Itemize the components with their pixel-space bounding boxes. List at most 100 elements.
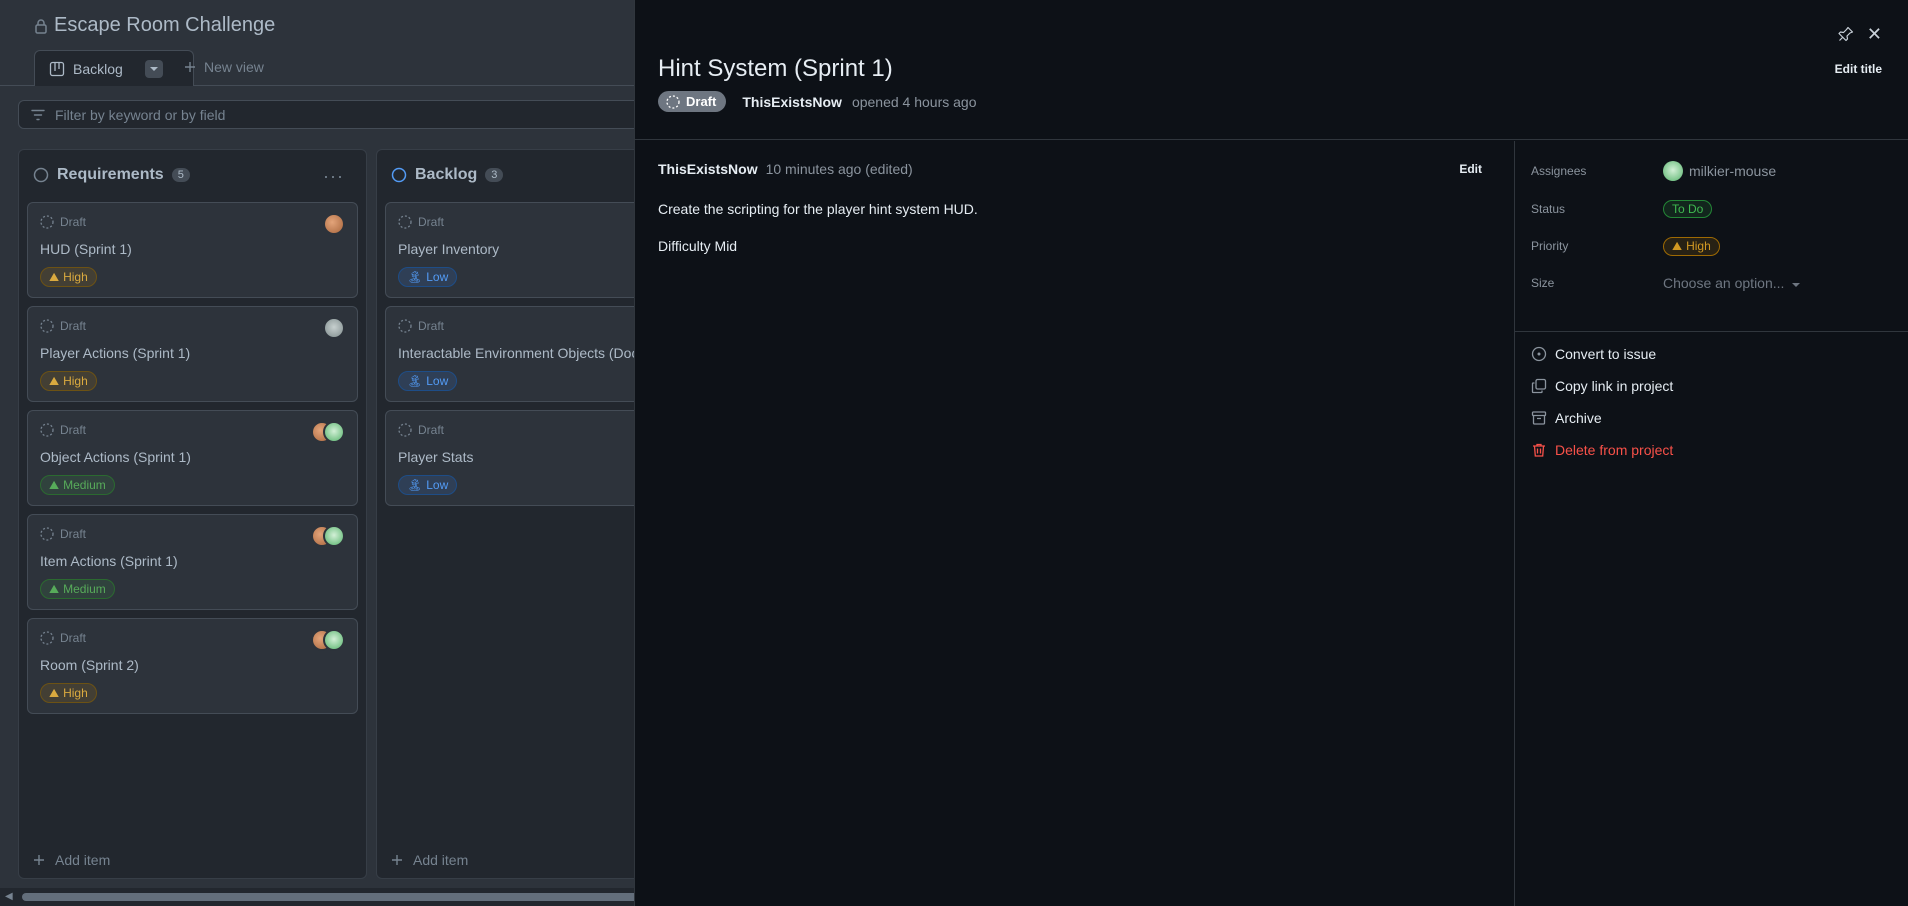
card-assignees [311,629,345,651]
avatar [1663,161,1683,181]
add-item-label: Add item [55,852,111,868]
avatar [323,421,345,443]
card-status: Draft [60,319,87,333]
convert-to-issue-button[interactable]: Convert to issue [1531,346,1656,362]
field-priority[interactable]: Priority ⛰ High [1531,234,1901,258]
column-header: Requirements 5 [33,166,190,184]
field-label: Status [1531,202,1566,216]
priority-badge: ⛰ High [40,683,97,703]
comment-author[interactable]: ThisExistsNow [658,161,758,177]
card-title: Player Inventory [398,241,500,257]
pin-icon[interactable] [1838,26,1854,45]
plus-icon [391,854,403,866]
edit-title-button[interactable]: Edit title [1835,62,1882,76]
draft-icon [398,215,412,229]
avatar [323,629,345,651]
card[interactable]: Draft Player Actions (Sprint 1) ⛰ High [27,306,358,402]
item-author[interactable]: ThisExistsNow [742,94,842,110]
add-item-button[interactable]: Add item [33,852,110,868]
priority-badge: 🏝 Low [398,475,458,495]
priority-badge: ⛰ High [40,267,97,287]
card-status: Draft [418,423,445,437]
avatar [323,317,345,339]
comment-text: Difficulty Mid [658,238,738,254]
assignee-name: milkier-mouse [1689,163,1777,179]
draft-icon [398,319,412,333]
scroll-left-icon[interactable]: ◀ [5,891,13,902]
avatar [323,213,345,235]
plus-icon [184,61,196,73]
card[interactable]: Draft Item Actions (Sprint 1) ⛰ Medium [27,514,358,610]
mountain-icon: ⛰ [1672,238,1683,253]
panel-header: Hint System (Sprint 1) Draft ThisExistsN… [635,0,1908,140]
chevron-down-icon [1792,275,1801,291]
mountain-icon: ⛰ [49,477,60,492]
draft-icon [40,631,54,645]
new-view-button[interactable]: New view [184,59,264,75]
tab-backlog-label: Backlog [73,60,123,77]
card-title: Room (Sprint 2) [40,657,139,673]
add-item-label: Add item [413,852,469,868]
size-select[interactable]: Choose an option... [1663,275,1801,291]
mountain-icon: ⛰ [49,581,60,596]
card-status: Draft [60,527,87,541]
card[interactable]: Draft Room (Sprint 2) ⛰ High [27,618,358,714]
project-board: Escape Room Challenge Backlog New view F… [0,0,725,906]
plus-icon [33,854,45,866]
new-view-label: New view [204,59,264,75]
view-tabs: Backlog New view [0,50,640,86]
priority-badge: ⛰ High [1663,236,1720,256]
filter-icon [31,109,45,121]
card-assignees [311,525,345,547]
item-title: Hint System (Sprint 1) [658,55,893,82]
card-assignees [323,213,345,235]
status-badge: To Do [1663,200,1713,218]
item-body: ThisExistsNow 10 minutes ago (edited) Ed… [635,141,1514,906]
card-status: Draft [418,319,445,333]
field-status[interactable]: Status To Do [1531,197,1901,221]
column-menu-button[interactable]: ··· [323,166,344,187]
priority-badge: 🏝 Low [398,267,458,287]
column-count: 3 [485,168,504,182]
draft-state-badge: Draft [658,91,727,112]
delete-from-project-button[interactable]: Delete from project [1531,442,1673,458]
edit-comment-button[interactable]: Edit [1459,162,1482,176]
avatar [323,525,345,547]
draft-icon [40,319,54,333]
add-item-button[interactable]: Add item [391,852,468,868]
card[interactable]: Draft HUD (Sprint 1) ⛰ High [27,202,358,298]
card-assignees [311,421,345,443]
priority-badge: ⛰ Medium [40,475,115,495]
field-label: Priority [1531,239,1569,253]
filter-input[interactable]: Filter by keyword or by field [18,100,658,129]
draft-icon [666,94,680,109]
card-title: Interactable Environment Objects (Doc [398,345,639,361]
card-status: Draft [60,215,87,229]
board-icon [49,61,65,77]
close-icon[interactable]: ✕ [1867,24,1882,45]
status-circle-icon [391,167,407,183]
priority-badge: 🏝 Low [398,371,458,391]
archive-button[interactable]: Archive [1531,410,1602,426]
status-circle-icon [33,167,49,183]
item-meta: Draft ThisExistsNow opened 4 hours ago [658,91,977,112]
comment-text: Create the scripting for the player hint… [658,201,978,217]
item-sidebar: Assignees milkier-mouse Status To Do Pri… [1514,141,1908,906]
copy-link-button[interactable]: Copy link in project [1531,378,1673,394]
filter-placeholder: Filter by keyword or by field [55,106,226,123]
draft-icon [40,527,54,541]
copy-icon [1531,378,1547,394]
tab-backlog[interactable]: Backlog [34,50,194,86]
island-icon: 🏝 [407,374,423,388]
card-assignees [323,317,345,339]
card-status: Draft [60,423,87,437]
draft-icon [398,423,412,437]
size-placeholder: Choose an option... [1663,275,1785,291]
priority-badge: ⛰ Medium [40,579,115,599]
card[interactable]: Draft Object Actions (Sprint 1) ⛰ Medium [27,410,358,506]
island-icon: 🏝 [407,270,423,284]
field-assignees[interactable]: Assignees milkier-mouse [1531,159,1901,183]
divider [1515,331,1908,332]
field-size[interactable]: Size Choose an option... [1531,271,1901,295]
tab-options-button[interactable] [144,59,163,78]
